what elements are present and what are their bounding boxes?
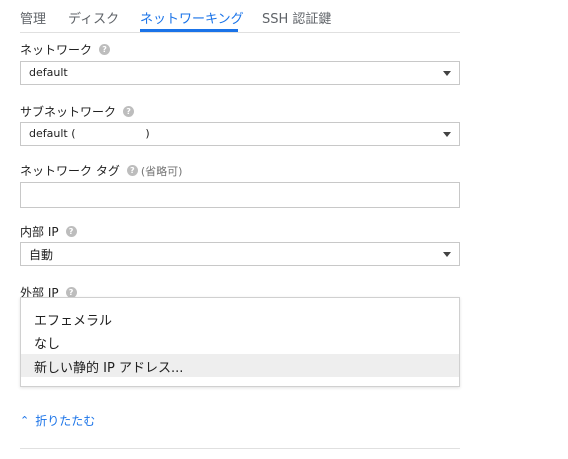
option-none[interactable]: なし bbox=[21, 330, 459, 353]
help-icon[interactable]: ? bbox=[126, 165, 138, 176]
subnetwork-select-value: default ( ) bbox=[29, 127, 150, 140]
option-label: エフェメラル bbox=[34, 314, 113, 329]
chevron-up-icon: ⌃ bbox=[20, 414, 30, 427]
caret-down-icon bbox=[443, 132, 451, 137]
help-icon[interactable]: ? bbox=[65, 226, 77, 237]
option-ephemeral[interactable]: エフェメラル bbox=[21, 307, 459, 330]
external-ip-dropdown-menu: エフェメラル なし 新しい静的 IP アドレス... bbox=[20, 297, 460, 387]
tab-networking[interactable]: ネットワーキング bbox=[140, 8, 244, 27]
internal-ip-label: 内部 IP ? bbox=[20, 223, 77, 240]
option-label: なし bbox=[34, 337, 61, 352]
network-tags-label-text: ネットワーク タグ bbox=[20, 164, 120, 178]
option-new-static-ip[interactable]: 新しい静的 IP アドレス... bbox=[21, 354, 459, 377]
tab-disk[interactable]: ディスク bbox=[68, 8, 119, 27]
tab-ssh-keys[interactable]: SSH 認証鍵 bbox=[262, 8, 331, 27]
optional-note: (省略可) bbox=[140, 164, 183, 178]
network-tags-input[interactable] bbox=[20, 182, 460, 208]
network-select-value: default bbox=[29, 66, 68, 79]
tab-bar: 管理 ディスク ネットワーキング SSH 認証鍵 bbox=[20, 0, 460, 33]
internal-ip-select-value: 自動 bbox=[29, 248, 54, 262]
collapse-label: 折りたたむ bbox=[35, 414, 96, 428]
help-icon[interactable]: ? bbox=[99, 44, 111, 55]
caret-down-icon bbox=[443, 252, 451, 257]
internal-ip-label-text: 内部 IP bbox=[20, 225, 59, 239]
network-label-text: ネットワーク bbox=[20, 43, 93, 57]
subnetwork-label-text: サブネットワーク bbox=[20, 105, 117, 119]
network-tags-label: ネットワーク タグ ? (省略可) bbox=[20, 162, 182, 179]
option-label: 新しい静的 IP アドレス... bbox=[34, 361, 184, 376]
subnetwork-select[interactable]: default ( ) bbox=[20, 122, 460, 146]
subnetwork-label: サブネットワーク ? bbox=[20, 103, 135, 120]
tab-management[interactable]: 管理 bbox=[20, 8, 46, 27]
network-label: ネットワーク ? bbox=[20, 41, 111, 58]
network-select[interactable]: default bbox=[20, 61, 460, 85]
active-tab-indicator bbox=[140, 29, 238, 32]
help-icon[interactable]: ? bbox=[123, 106, 135, 117]
collapse-link[interactable]: ⌃ 折りたたむ bbox=[20, 412, 95, 429]
caret-down-icon bbox=[443, 71, 451, 76]
internal-ip-select[interactable]: 自動 bbox=[20, 242, 460, 266]
section-divider bbox=[20, 448, 460, 449]
